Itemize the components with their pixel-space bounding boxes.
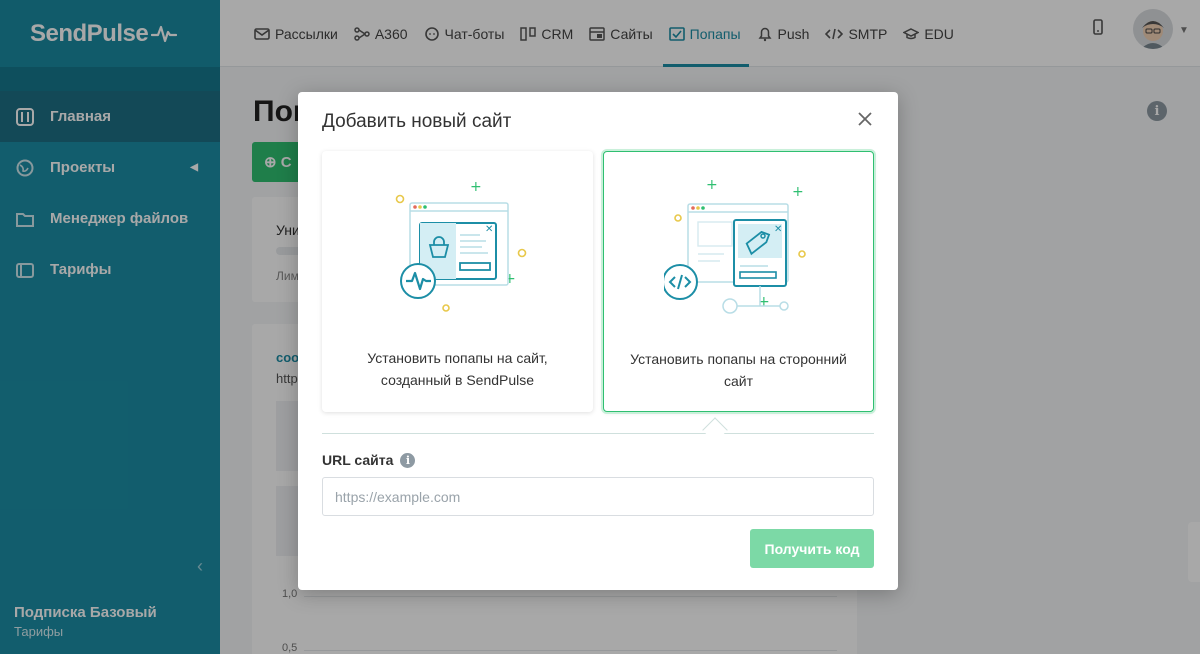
svg-text:+: + xyxy=(470,179,482,195)
modal-title: Добавить новый сайт xyxy=(322,111,512,132)
selection-pointer xyxy=(702,417,728,443)
get-code-button[interactable]: Получить код xyxy=(750,529,874,568)
option-label: Установить попапы на сторонний сайт xyxy=(630,351,847,389)
option-sendpulse-site[interactable]: + + ✕ Установить попапы на сайт, созданн… xyxy=(322,151,593,412)
svg-text:✕: ✕ xyxy=(485,224,493,235)
url-field-label: URL сайта i xyxy=(322,452,416,468)
external-site-illustration: + + + ✕ xyxy=(664,177,806,314)
svg-text:+: + xyxy=(792,184,804,200)
option-external-site[interactable]: + + + ✕ Установить попапы на сторонний с… xyxy=(603,151,874,412)
sendpulse-site-illustration: + + ✕ xyxy=(395,179,527,312)
info-icon[interactable]: i xyxy=(400,452,416,468)
close-icon[interactable] xyxy=(856,110,874,128)
site-url-input[interactable] xyxy=(322,477,874,516)
url-label-text: URL сайта xyxy=(322,452,394,468)
option-label: Установить попапы на сайт, созданный в S… xyxy=(367,350,548,388)
divider xyxy=(322,433,874,434)
add-site-modal: Добавить новый сайт + + ✕ Установить поп… xyxy=(298,92,898,590)
svg-text:+: + xyxy=(706,177,718,193)
svg-text:✕: ✕ xyxy=(774,224,782,235)
